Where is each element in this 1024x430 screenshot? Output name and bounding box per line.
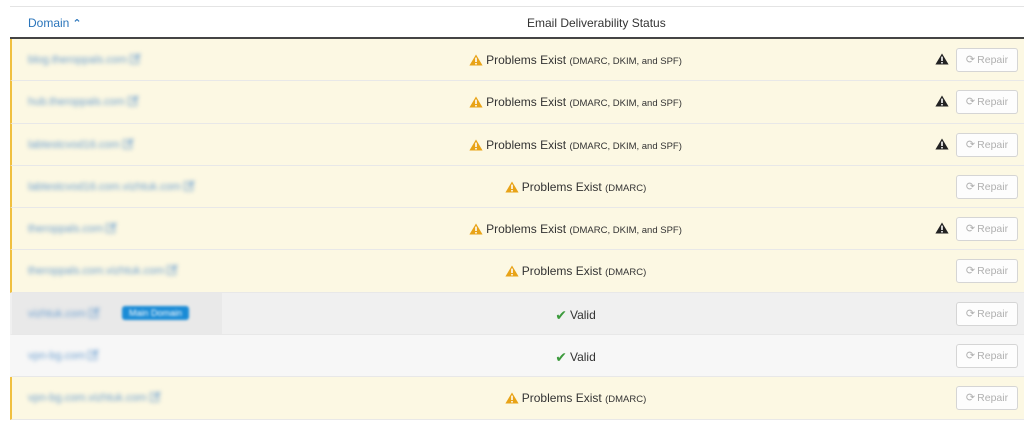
repair-button[interactable]: ⟳ Repair [956, 174, 1018, 199]
warning-triangle-icon [469, 54, 483, 66]
status-cell: Problems Exist (DMARC) [12, 180, 1024, 194]
warning-triangle-icon [469, 223, 483, 235]
chevron-up-icon: ⌃ [72, 18, 82, 30]
refresh-icon: ⟳ [965, 54, 976, 66]
repair-button[interactable]: ⟳ Repair [956, 386, 1018, 411]
status-column-header: Email Deliverability Status [527, 16, 666, 30]
status-detail: (DMARC, DKIM, and SPF) [569, 98, 682, 110]
status-detail: (DMARC) [605, 182, 647, 194]
status-detail: (DMARC, DKIM, and SPF) [569, 140, 682, 152]
refresh-icon: ⟳ [965, 265, 976, 278]
repair-button[interactable]: ⟳ Repair [956, 301, 1018, 326]
alert-triangle-icon[interactable] [935, 95, 949, 108]
refresh-icon: ⟳ [965, 180, 976, 193]
alert-triangle-icon[interactable] [935, 138, 949, 151]
repair-button[interactable]: ⟳ Repair [956, 90, 1018, 115]
check-icon: ✔ [555, 349, 567, 366]
repair-button[interactable]: ⟳ Repair [956, 48, 1018, 72]
table-row: vizhtuk.com Main Domain ✔ Valid ⟳ Repair [10, 292, 1024, 336]
status-cell: Problems Exist (DMARC) [12, 391, 1024, 405]
alert-triangle-icon[interactable] [935, 53, 949, 66]
status-text: Problems Exist [521, 179, 602, 194]
status-cell: ✔ Valid [12, 307, 1024, 324]
refresh-icon: ⟳ [965, 96, 976, 109]
refresh-icon: ⟳ [965, 307, 976, 320]
status-text: Valid [569, 350, 596, 365]
alert-triangle-icon[interactable] [935, 222, 949, 235]
status-text: Problems Exist [486, 137, 567, 152]
table-row: theroppals.com.vizhtuk.com Problems Exist… [10, 250, 1024, 293]
status-detail: (DMARC, DKIM, and SPF) [569, 56, 682, 67]
deliverability-table: Domain ⌃ Email Deliverability Status blog… [10, 6, 1024, 420]
table-row: vpn-bg.com.vizhtuk.com Problems Exist (DM… [10, 377, 1024, 420]
warning-triangle-icon [505, 265, 519, 277]
table-header: Domain ⌃ Email Deliverability Status [10, 6, 1024, 39]
table-row: hub.theroppals.com Problems Exist (DMARC,… [10, 81, 1024, 124]
status-cell: ✔ Valid [12, 349, 1024, 366]
status-text: Problems Exist [486, 95, 567, 110]
warning-triangle-icon [505, 181, 519, 193]
status-cell: Problems Exist (DMARC, DKIM, and SPF) [12, 222, 1024, 236]
warning-triangle-icon [505, 392, 519, 404]
status-text: Problems Exist [486, 222, 567, 237]
refresh-icon: ⟳ [965, 392, 976, 405]
warning-triangle-icon [469, 139, 483, 151]
refresh-icon: ⟳ [965, 138, 976, 151]
repair-button[interactable]: ⟳ Repair [956, 132, 1018, 157]
table-body: blog.theroppals.com Problems Exist (DMARC… [10, 39, 1024, 420]
repair-button[interactable]: ⟳ Repair [956, 344, 1018, 369]
table-row: theroppals.com Problems Exist (DMARC, DKI… [10, 208, 1024, 251]
status-text: Problems Exist [521, 264, 602, 279]
table-row: labtestcvod16.com.vizhtuk.com Problems Ex… [10, 165, 1024, 209]
status-cell: Problems Exist (DMARC, DKIM, and SPF) [12, 138, 1024, 152]
repair-button[interactable]: ⟳ Repair [956, 259, 1018, 284]
refresh-icon: ⟳ [965, 350, 976, 363]
table-row: blog.theroppals.com Problems Exist (DMARC… [10, 39, 1024, 82]
status-detail: (DMARC, DKIM, and SPF) [569, 225, 682, 237]
check-icon: ✔ [555, 306, 567, 323]
table-row: vpn-bg.com ✔ Valid ⟳ Repair [10, 335, 1024, 378]
status-detail: (DMARC) [605, 394, 647, 406]
refresh-icon: ⟳ [965, 223, 976, 236]
status-text: Problems Exist [521, 391, 602, 406]
status-text: Valid [569, 307, 596, 322]
status-cell: Problems Exist (DMARC, DKIM, and SPF) [12, 53, 1024, 67]
status-text: Problems Exist [486, 53, 567, 67]
status-cell: Problems Exist (DMARC) [12, 264, 1024, 278]
repair-button[interactable]: ⟳ Repair [956, 217, 1018, 242]
status-detail: (DMARC) [605, 267, 647, 279]
status-cell: Problems Exist (DMARC, DKIM, and SPF) [12, 95, 1024, 109]
warning-triangle-icon [469, 96, 483, 108]
table-row: labtestcvod16.com Problems Exist (DMARC, … [10, 123, 1024, 166]
domain-column-header[interactable]: Domain ⌃ [28, 16, 82, 30]
